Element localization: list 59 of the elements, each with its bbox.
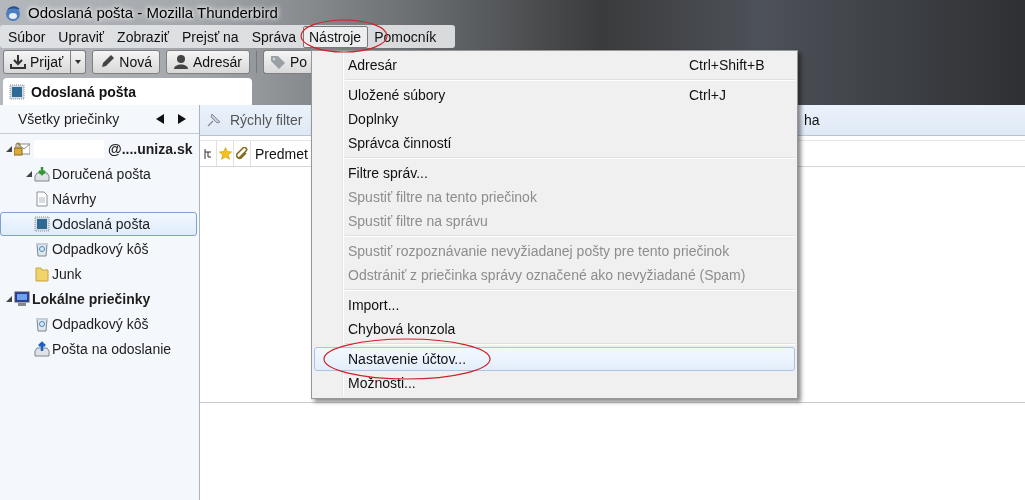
filter-text: ha xyxy=(804,112,820,128)
pin-icon[interactable] xyxy=(206,112,222,128)
menu-item[interactable]: Chybová konzola xyxy=(314,317,795,341)
right-arrow-icon[interactable] xyxy=(177,113,187,125)
menu-bar-item[interactable]: Súbor xyxy=(2,25,53,48)
sent-folder-icon xyxy=(34,216,50,232)
quick-filter-button[interactable]: Rýchly filter xyxy=(230,112,303,128)
folder-item[interactable]: Pošta na odoslanie xyxy=(0,337,197,361)
caret-icon xyxy=(75,60,82,64)
dropdown-button[interactable] xyxy=(71,50,87,74)
trash-icon xyxy=(34,316,50,332)
left-arrow-icon[interactable] xyxy=(155,113,165,125)
menu-bar-item[interactable]: Nástroje xyxy=(303,25,369,48)
menu-item[interactable]: Uložené súbory Ctrl+J xyxy=(314,83,795,107)
menu-item[interactable]: Správca činností xyxy=(314,131,795,155)
menu-bar-item[interactable]: Správa xyxy=(245,25,303,48)
column-header[interactable]: Predmet xyxy=(251,145,308,162)
menu-item[interactable]: Import... xyxy=(314,293,795,317)
menu-item[interactable]: Doplnky xyxy=(314,107,795,131)
computer-icon xyxy=(14,291,30,307)
tab[interactable]: Odoslaná pošta xyxy=(3,78,252,105)
inbox-icon xyxy=(34,166,50,182)
pane-title: Všetky priečinky xyxy=(18,111,121,127)
tag-icon xyxy=(270,54,286,70)
menu-bar-item[interactable]: Prejsť na xyxy=(176,25,246,48)
star-icon[interactable] xyxy=(218,147,232,160)
menu-bar-item[interactable]: Upraviť xyxy=(52,25,112,48)
thread-icon[interactable] xyxy=(203,147,213,160)
download-icon xyxy=(10,54,26,70)
folder-item[interactable]: Odpadkový kôš xyxy=(0,312,197,336)
sent-folder-icon xyxy=(9,83,25,100)
trash-icon xyxy=(34,241,50,257)
folder-item[interactable]: @....uniza.sk xyxy=(0,137,197,161)
paperclip-icon[interactable] xyxy=(236,147,248,160)
folder-item[interactable]: Odoslaná pošta xyxy=(0,212,197,236)
folder-item[interactable]: Návrhy xyxy=(0,187,197,211)
outbox-icon xyxy=(34,341,50,357)
person-icon xyxy=(172,54,189,70)
folder-icon xyxy=(34,266,50,282)
expanded-icon[interactable] xyxy=(5,145,13,153)
pencil-icon xyxy=(99,54,116,70)
expanded-icon[interactable] xyxy=(25,170,33,178)
menu-item[interactable]: Nastavenie účtov... xyxy=(314,347,795,371)
mail-account-icon xyxy=(14,141,30,157)
window-title: Odoslaná pošta - Mozilla Thunderbird xyxy=(28,4,278,21)
app-logo-icon xyxy=(4,3,22,22)
folder-item[interactable]: Lokálne priečinky xyxy=(0,287,197,311)
toolbar-button[interactable]: Adresár xyxy=(165,50,250,74)
document-icon xyxy=(34,191,50,207)
folder-item[interactable]: Junk xyxy=(0,262,197,286)
folder-item[interactable]: Doručená pošta xyxy=(0,162,197,186)
folder-item[interactable]: Odpadkový kôš xyxy=(0,237,197,261)
toolbar-button[interactable]: Prijať xyxy=(3,50,72,74)
expanded-icon[interactable] xyxy=(5,295,13,303)
menu-bar-item[interactable]: Zobraziť xyxy=(111,25,176,48)
menu-item[interactable]: Adresár Ctrl+Shift+B xyxy=(314,53,795,77)
menu-item[interactable]: Možnosti... xyxy=(314,371,795,395)
toolbar-button[interactable]: Nová xyxy=(92,50,160,74)
menu-item[interactable]: Filtre správ... xyxy=(314,161,795,185)
